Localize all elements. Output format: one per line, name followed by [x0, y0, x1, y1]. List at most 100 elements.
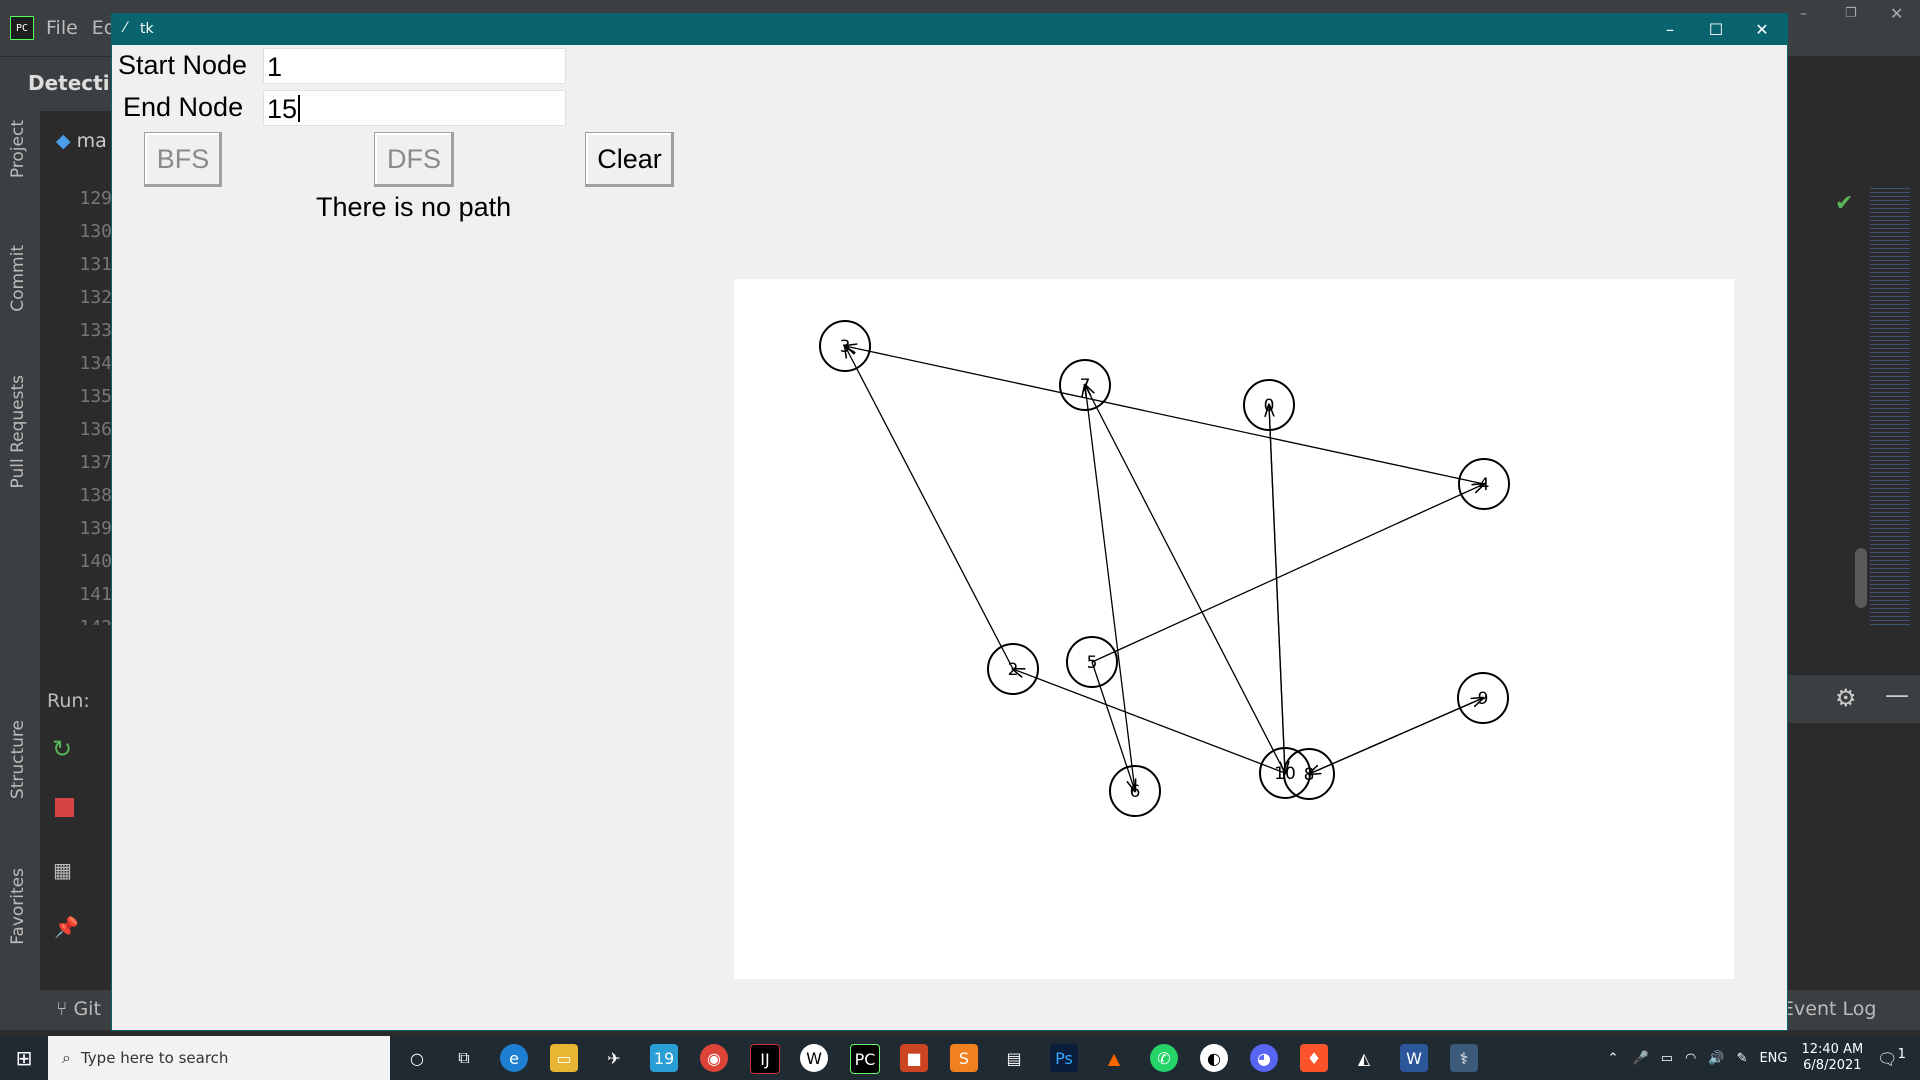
end-node-label: End Node: [123, 92, 244, 122]
ide-window-controls: – ❐ ✕: [1785, 0, 1920, 56]
intellij-icon[interactable]: IJ: [750, 1044, 780, 1074]
line-number: 136: [79, 419, 112, 440]
stop-icon[interactable]: [55, 798, 74, 817]
graph-edge-6-7: [1085, 385, 1136, 792]
task-view-icon[interactable]: ⧉: [450, 1044, 478, 1072]
graph-node-label-7: 7: [1080, 376, 1091, 396]
sublime-icon[interactable]: S: [950, 1044, 978, 1072]
line-number: 130: [79, 221, 112, 242]
chrome-icon[interactable]: ◉: [700, 1044, 728, 1072]
python-file-icon: ◆: [56, 130, 71, 152]
editor-file-tab[interactable]: ◆ ma: [56, 130, 107, 152]
line-number: 131: [79, 254, 112, 275]
notification-count: 1: [1897, 1047, 1906, 1063]
end-node-input[interactable]: 15: [263, 90, 566, 126]
tk-titlebar: ⁄ tk – ☐ ✕: [112, 14, 1787, 45]
github-icon[interactable]: ◐: [1200, 1044, 1228, 1072]
app-icon[interactable]: ✈: [600, 1044, 628, 1072]
wifi-icon[interactable]: ◠: [1685, 1051, 1696, 1066]
app-icon[interactable]: ▤: [1000, 1044, 1028, 1072]
taskbar-search[interactable]: ⌕ Type here to search: [48, 1036, 390, 1080]
discord-icon[interactable]: ◕: [1250, 1044, 1278, 1072]
close-icon[interactable]: ✕: [1739, 14, 1785, 45]
pen-icon[interactable]: ✎: [1737, 1051, 1748, 1066]
line-number: 142: [40, 611, 112, 625]
python-tk-icon[interactable]: ⚕: [1450, 1044, 1478, 1072]
cortana-icon[interactable]: ○: [403, 1044, 431, 1072]
file-explorer-icon[interactable]: ▭: [550, 1044, 578, 1072]
taskbar: ⊞ ⌕ Type here to search ○ ⧉ e ▭ ✈ 19 ◉ I…: [0, 1036, 1920, 1080]
line-number: 138: [79, 485, 112, 506]
search-placeholder: Type here to search: [80, 1049, 229, 1067]
start-node-value: 1: [267, 52, 283, 82]
photoshop-icon[interactable]: Ps: [1050, 1044, 1078, 1072]
calendar-icon[interactable]: 19: [650, 1044, 678, 1072]
graph-edge-4-3: [845, 346, 1485, 485]
matlab-icon[interactable]: ▲: [1100, 1044, 1128, 1072]
pin-icon[interactable]: 📌: [54, 915, 79, 939]
word-icon[interactable]: W: [1400, 1044, 1428, 1072]
gear-icon[interactable]: ⚙: [1835, 684, 1857, 712]
menu-file[interactable]: File: [46, 17, 78, 39]
start-node-input[interactable]: 1: [263, 48, 566, 84]
ide-close-icon[interactable]: ✕: [1890, 4, 1903, 23]
line-number: 129: [79, 188, 112, 209]
event-log-tab[interactable]: Event Log: [1782, 998, 1876, 1020]
inspection-ok-icon: ✔: [1835, 191, 1854, 216]
graph-canvas[interactable]: 3 7 0 4 2 5 9 8 10 6: [734, 279, 1734, 979]
tab-pull-requests[interactable]: Pull Requests: [8, 375, 28, 489]
bfs-button[interactable]: BFS: [144, 132, 222, 187]
taskbar-clock[interactable]: 12:40 AM 6/8/2021: [1801, 1042, 1863, 1074]
brave-icon[interactable]: ♦: [1300, 1044, 1328, 1072]
graph-node-label-4: 4: [1479, 475, 1490, 495]
ide-minimize-icon[interactable]: –: [1800, 6, 1807, 22]
language-indicator[interactable]: ENG: [1759, 1051, 1787, 1066]
office-icon[interactable]: ■: [900, 1044, 928, 1072]
graph-edge-0-10: [1268, 404, 1285, 773]
clear-button[interactable]: Clear: [585, 132, 674, 187]
graph-node-label-5: 5: [1087, 653, 1098, 673]
window-title: tk: [140, 21, 154, 37]
line-number: 137: [79, 452, 112, 473]
edge-icon[interactable]: e: [500, 1044, 528, 1072]
graph-edge-5-6: [1091, 661, 1135, 791]
tk-window: ⁄ tk – ☐ ✕ Start Node 1 End Node 15 BFS …: [112, 14, 1787, 1030]
app-w-icon[interactable]: W: [800, 1044, 828, 1072]
graph-edge-5-4: [1091, 484, 1484, 663]
microphone-icon[interactable]: 🎤: [1633, 1051, 1649, 1066]
git-tab-label: Git: [73, 998, 101, 1020]
windows-start-icon[interactable]: ⊞: [0, 1036, 48, 1080]
battery-icon[interactable]: ▭: [1661, 1051, 1673, 1066]
graph-node-label-3: 3: [840, 337, 851, 357]
tray-chevron-icon[interactable]: ⌃: [1608, 1051, 1619, 1066]
line-number: 139: [79, 518, 112, 539]
line-number: 140: [79, 551, 112, 572]
maximize-icon[interactable]: ☐: [1693, 14, 1739, 45]
ide-left-toolbar: Project Commit Pull Requests Structure F…: [0, 110, 40, 1010]
run-panel-label: Run:: [47, 690, 90, 712]
graph-node-label-9: 9: [1478, 689, 1489, 709]
file-tab-label: ma: [76, 130, 107, 152]
tab-favorites[interactable]: Favorites: [8, 868, 28, 945]
tab-structure[interactable]: Structure: [8, 720, 28, 799]
clock-date: 6/8/2021: [1803, 1058, 1862, 1073]
layout-icon[interactable]: ▦: [53, 858, 72, 882]
minimize-icon[interactable]: –: [1647, 14, 1693, 45]
result-message: There is no path: [316, 192, 512, 222]
line-number: 133: [79, 320, 112, 341]
rerun-icon[interactable]: ↻: [52, 735, 72, 763]
graph-edge-8-9: [1308, 698, 1483, 775]
dfs-button[interactable]: DFS: [374, 132, 454, 187]
ide-restore-icon[interactable]: ❐: [1845, 6, 1857, 21]
graph-node-label-0: 0: [1264, 396, 1275, 416]
app-icon[interactable]: ◭: [1350, 1044, 1378, 1072]
pycharm-taskbar-icon[interactable]: PC: [850, 1044, 880, 1074]
editor-scrollbar[interactable]: [1855, 548, 1867, 608]
hide-panel-icon[interactable]: —: [1885, 681, 1909, 709]
whatsapp-icon[interactable]: ✆: [1150, 1044, 1178, 1072]
tab-project[interactable]: Project: [8, 120, 28, 178]
tab-commit[interactable]: Commit: [8, 245, 28, 312]
notification-icon[interactable]: 🗨1: [1877, 1047, 1906, 1068]
volume-icon[interactable]: 🔊: [1708, 1051, 1724, 1066]
git-tab[interactable]: ⑂ Git: [56, 998, 101, 1020]
